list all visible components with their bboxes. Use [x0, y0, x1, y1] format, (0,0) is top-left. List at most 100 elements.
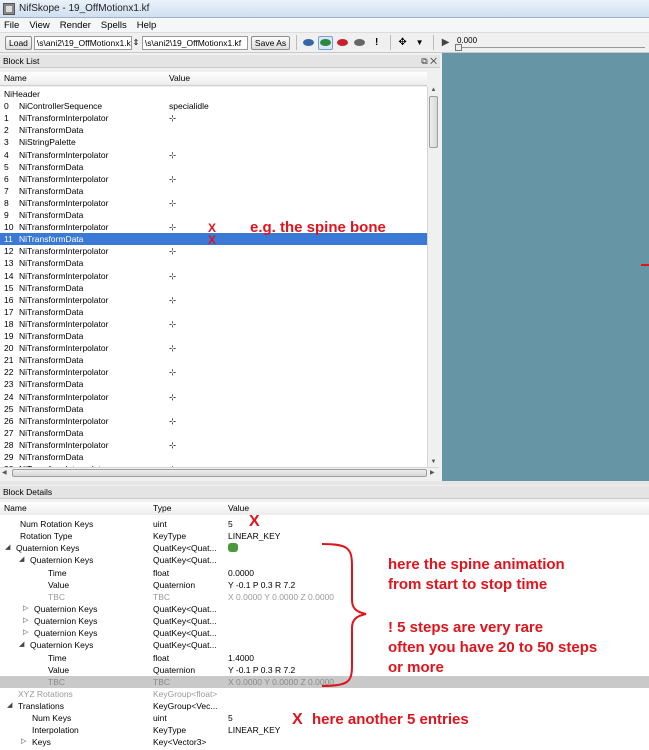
- block-value: ⊹: [169, 149, 177, 160]
- header-name[interactable]: Name: [4, 502, 27, 515]
- block-index: 28: [4, 439, 14, 450]
- block-list-row[interactable]: 22 NiTransformInterpolator ⊹: [0, 366, 427, 378]
- block-list-row[interactable]: 15 NiTransformData: [0, 282, 427, 294]
- scroll-down-icon[interactable]: ▼: [429, 459, 438, 467]
- detail-name: Quaternion Keys: [34, 604, 98, 614]
- header-value[interactable]: Value: [169, 72, 190, 85]
- block-list-row[interactable]: 21 NiTransformData: [0, 354, 427, 366]
- collapse-arrow-icon[interactable]: ◢: [5, 542, 10, 554]
- detail-type: Quaternion: [153, 580, 196, 590]
- block-list-row[interactable]: 6 NiTransformInterpolator ⊹: [0, 173, 427, 185]
- play-icon[interactable]: ▶: [438, 36, 453, 50]
- detail-name: Quaternion Keys: [30, 640, 94, 650]
- red-eye-icon[interactable]: [335, 36, 350, 50]
- block-name: NiHeader: [4, 89, 40, 99]
- block-list-row[interactable]: 17 NiTransformData: [0, 306, 427, 318]
- block-list-hscroll-thumb[interactable]: [12, 469, 427, 477]
- save-as-button[interactable]: Save As: [250, 35, 291, 50]
- block-list-row[interactable]: 26 NiTransformInterpolator ⊹: [0, 415, 427, 427]
- block-list-row[interactable]: 8 NiTransformInterpolator ⊹: [0, 197, 427, 209]
- expand-arrow-icon[interactable]: ▷: [21, 736, 26, 748]
- block-index: 19: [4, 331, 14, 341]
- time-slider[interactable]: 0.000: [455, 36, 645, 52]
- block-list-row[interactable]: 12 NiTransformInterpolator ⊹: [0, 245, 427, 257]
- expand-arrow-icon[interactable]: ▷: [23, 603, 28, 615]
- block-list-row[interactable]: 3 NiStringPalette: [0, 136, 427, 148]
- detail-name: TBC: [48, 677, 65, 687]
- swap-arrows-icon[interactable]: ⇕: [132, 36, 140, 50]
- block-list-row[interactable]: 27 NiTransformData: [0, 427, 427, 439]
- key-group-icon[interactable]: [228, 543, 238, 552]
- menu-view[interactable]: View: [29, 20, 49, 31]
- block-list-row[interactable]: 28 NiTransformInterpolator ⊹: [0, 439, 427, 451]
- detail-type: TBC: [153, 677, 170, 687]
- block-list-row[interactable]: 23 NiTransformData: [0, 378, 427, 390]
- block-value: specialidle: [169, 101, 209, 112]
- menu-render[interactable]: Render: [60, 20, 91, 31]
- block-list-row[interactable]: 20 NiTransformInterpolator ⊹: [0, 342, 427, 354]
- block-list-row[interactable]: 4 NiTransformInterpolator ⊹: [0, 149, 427, 161]
- panel-splitter[interactable]: [0, 481, 649, 485]
- scroll-right-icon[interactable]: ▶: [430, 469, 435, 476]
- load-path-input[interactable]: \s\ani2\19_OffMotionx1.kf: [33, 35, 132, 50]
- block-list-hscroll[interactable]: ◀ ▶: [0, 467, 439, 478]
- header-name[interactable]: Name: [4, 72, 27, 85]
- expand-arrow-icon[interactable]: ▷: [23, 627, 28, 639]
- header-type[interactable]: Type: [153, 502, 171, 515]
- block-name: NiTransformData: [19, 234, 84, 245]
- menu-file[interactable]: File: [4, 20, 19, 31]
- detail-name: TBC: [48, 592, 65, 602]
- block-list-row[interactable]: 24 NiTransformInterpolator ⊹: [0, 391, 427, 403]
- render-viewport[interactable]: [442, 53, 649, 481]
- block-list-vscroll-thumb[interactable]: [429, 96, 438, 148]
- footprint-icon[interactable]: !: [369, 36, 384, 50]
- time-slider-handle[interactable]: [455, 44, 462, 51]
- block-name: NiTransformData: [19, 258, 84, 269]
- detail-type: KeyGroup<Vec...: [153, 701, 218, 711]
- block-list-row[interactable]: 18 NiTransformInterpolator ⊹: [0, 318, 427, 330]
- expand-arrow-icon[interactable]: ▷: [23, 615, 28, 627]
- block-list-row[interactable]: 13 NiTransformData: [0, 257, 427, 269]
- block-list-row[interactable]: NiHeader: [0, 88, 427, 100]
- scroll-left-icon[interactable]: ◀: [2, 469, 7, 476]
- block-list-row[interactable]: 1 NiTransformInterpolator ⊹: [0, 112, 427, 124]
- collapse-arrow-icon[interactable]: ◢: [19, 639, 24, 651]
- scroll-up-icon[interactable]: ▲: [429, 87, 438, 95]
- menu-help[interactable]: Help: [137, 20, 157, 31]
- view-eye-selected-icon[interactable]: [318, 35, 334, 50]
- menu-spells[interactable]: Spells: [101, 20, 127, 31]
- block-list-row[interactable]: 7 NiTransformData: [0, 185, 427, 197]
- block-list-row[interactable]: 14 NiTransformInterpolator ⊹: [0, 270, 427, 282]
- collapse-arrow-icon[interactable]: ◢: [19, 554, 24, 566]
- detail-name: Translations: [18, 701, 64, 711]
- chevron-down-icon[interactable]: ▼: [412, 36, 427, 50]
- block-list-row[interactable]: 19 NiTransformData: [0, 330, 427, 342]
- detail-row[interactable]: Num Rotation Keys uint 5: [0, 518, 649, 530]
- block-value: ⊹: [169, 391, 177, 402]
- detail-row[interactable]: Rotation Type KeyType LINEAR_KEY: [0, 530, 649, 542]
- save-path-input[interactable]: \s\ani2\19_OffMotionx1.kf: [141, 35, 248, 50]
- block-index: 14: [4, 270, 14, 281]
- move-cross-icon[interactable]: ✥: [395, 36, 410, 50]
- detail-type: QuatKey<Quat...: [153, 555, 217, 565]
- block-list-row[interactable]: 29 NiTransformData: [0, 451, 427, 463]
- block-list-row[interactable]: 0 NiControllerSequence specialidle: [0, 100, 427, 112]
- block-list[interactable]: NiHeader 0 NiControllerSequence specialidle…: [0, 87, 427, 467]
- dock-close-icon[interactable]: ⧉ ✕: [421, 55, 437, 67]
- collapse-arrow-icon[interactable]: ◢: [7, 700, 12, 712]
- detail-type: KeyType: [153, 531, 187, 541]
- block-list-row[interactable]: 25 NiTransformData: [0, 403, 427, 415]
- block-list-row[interactable]: 16 NiTransformInterpolator ⊹: [0, 294, 427, 306]
- block-list-vscroll[interactable]: ▲ ▼: [427, 87, 439, 467]
- block-index: 9: [4, 210, 9, 220]
- header-value[interactable]: Value: [228, 502, 249, 515]
- block-list-row[interactable]: 2 NiTransformData: [0, 124, 427, 136]
- shape-eye-icon[interactable]: [352, 36, 367, 50]
- detail-type: QuatKey<Quat...: [153, 640, 217, 650]
- block-details-header: Name Type Value: [0, 502, 649, 516]
- detail-row[interactable]: ▷ Keys Key<Vector3>: [0, 736, 649, 748]
- load-button[interactable]: Load: [5, 35, 32, 50]
- block-index: 7: [4, 185, 9, 196]
- block-list-row[interactable]: 5 NiTransformData: [0, 161, 427, 173]
- view-eye-icon[interactable]: [301, 36, 316, 50]
